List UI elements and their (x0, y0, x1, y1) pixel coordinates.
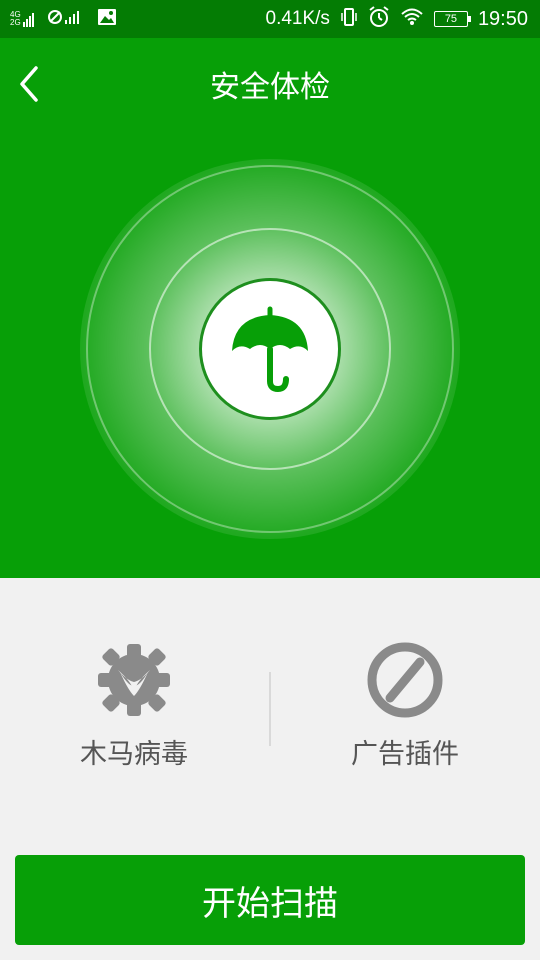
block-icon (367, 642, 443, 718)
status-bar: 4G 2G 0.41K/s 75 19:50 (0, 0, 540, 38)
hero-panel: 安全体检 (0, 38, 540, 578)
image-notification-icon (97, 8, 117, 30)
wifi-icon (400, 7, 424, 31)
umbrella-icon (232, 306, 308, 393)
back-button[interactable] (14, 62, 46, 106)
start-scan-button[interactable]: 开始扫描 (15, 855, 525, 945)
network-bottom-label: 2G (10, 18, 21, 27)
option-trojan-virus[interactable]: 木马病毒 (34, 640, 234, 771)
status-right: 0.41K/s 75 19:50 (266, 6, 540, 32)
option-label: 广告插件 (351, 739, 459, 770)
scan-options: 木马病毒 广告插件 (0, 640, 540, 780)
option-label: 木马病毒 (80, 739, 188, 770)
options-divider (269, 672, 271, 746)
network-speed: 0.41K/s (265, 8, 330, 29)
clock: 19:50 (477, 7, 528, 30)
no-sim-icon (47, 8, 87, 30)
virus-gear-icon (98, 644, 170, 716)
page-title: 安全体检 (210, 70, 330, 105)
chevron-left-icon (20, 66, 38, 102)
alarm-icon (368, 6, 390, 32)
header: 安全体检 (0, 38, 540, 130)
option-ad-plugin[interactable]: 广告插件 (305, 640, 505, 771)
cell-signal-icon: 4G 2G (10, 11, 37, 27)
battery-icon: 75 (433, 11, 471, 27)
shield-badge (199, 278, 341, 420)
vibrate-icon (340, 7, 358, 31)
status-left: 4G 2G (0, 8, 117, 30)
